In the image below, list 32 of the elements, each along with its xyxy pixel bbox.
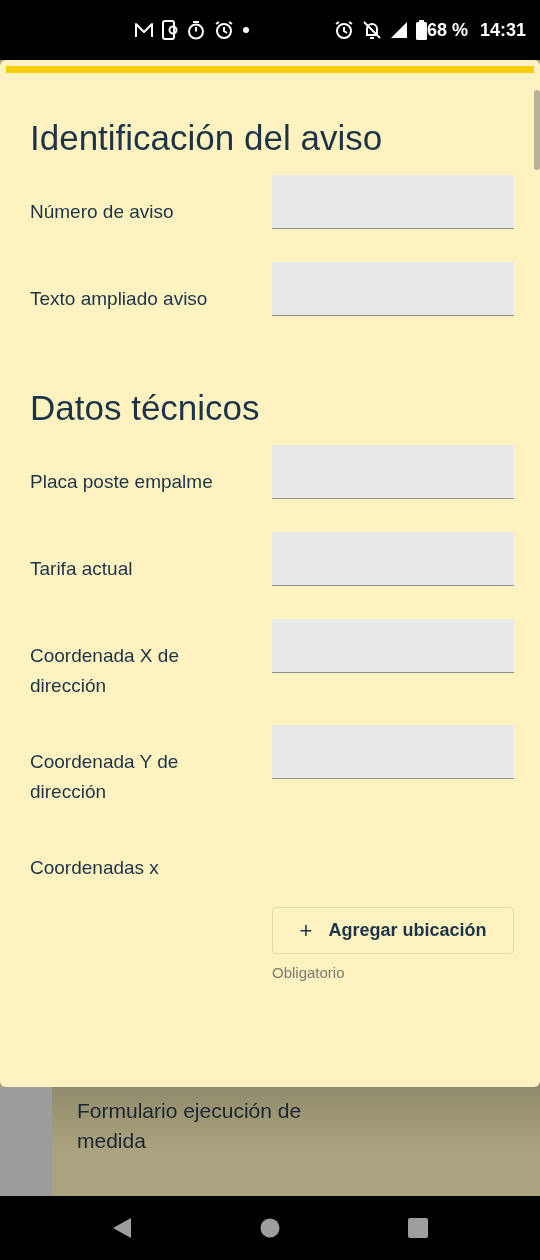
field-label: Coordenada X de dirección: [30, 644, 180, 698]
field-label: Coordenada Y de dirección: [30, 750, 180, 804]
battery-icon: [415, 20, 427, 40]
section-heading: Datos técnicos: [30, 387, 261, 429]
section-heading: Identificación del aviso: [30, 117, 384, 159]
input-field[interactable]: [272, 445, 514, 499]
battery-percentage: 68 %: [426, 18, 468, 42]
mail-icon: [134, 22, 154, 38]
input-field[interactable]: [272, 619, 514, 673]
phone-sync-icon: [162, 20, 178, 40]
helper-text: Obligatorio: [272, 963, 346, 983]
field-label: Coordenadas x: [30, 856, 160, 880]
stopwatch-icon: [186, 20, 206, 40]
input-field[interactable]: [272, 262, 514, 316]
field-label: Texto ampliado aviso: [30, 287, 209, 311]
bell-off-icon: [361, 20, 382, 40]
home-icon: [260, 1218, 280, 1238]
recents-icon: [408, 1218, 428, 1238]
signal-icon: [389, 21, 408, 39]
card-title: Formulario ejecución de medida: [77, 1098, 303, 1154]
clock-time: 14:31: [479, 18, 526, 42]
input-field[interactable]: [272, 175, 514, 229]
field-label: Placa poste empalme: [30, 470, 214, 494]
back-icon: [112, 1217, 132, 1239]
input-field[interactable]: [272, 532, 514, 586]
alarm-icon: [333, 20, 354, 40]
field-label: Tarifa actual: [30, 557, 134, 581]
field-label: Número de aviso: [30, 200, 175, 224]
add-location-button[interactable]: + Agregar ubicación: [272, 907, 514, 954]
input-field[interactable]: [272, 725, 514, 779]
dot-icon: [242, 26, 250, 34]
alarm-icon: [214, 20, 234, 40]
